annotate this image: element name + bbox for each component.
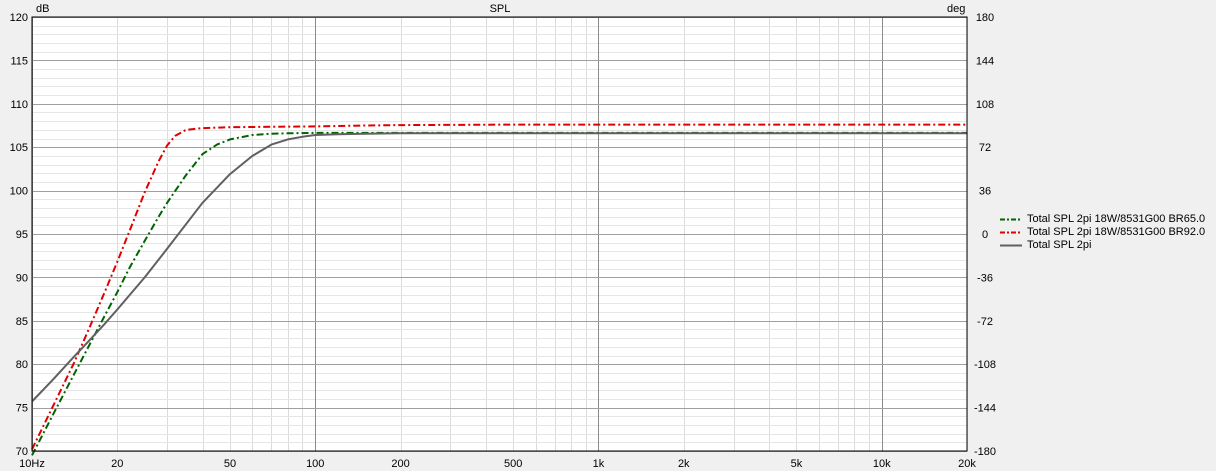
x-tick-label: 10k (873, 458, 891, 470)
legend-item: Total SPL 2pi (998, 239, 1205, 252)
y2-tick-label: 0 (982, 229, 988, 241)
y2-tick-label: 180 (976, 12, 994, 24)
legend-item: Total SPL 2pi 18W/8531G00 BR92.0 (998, 226, 1205, 239)
legend: Total SPL 2pi 18W/8531G00 BR65.0 Total SP… (998, 213, 1205, 252)
y-tick-label: 75 (16, 403, 28, 415)
y2-tick-label: -144 (974, 403, 996, 415)
y2-tick-label: -72 (977, 316, 993, 328)
legend-label: Total SPL 2pi 18W/8531G00 BR92.0 (1027, 226, 1206, 238)
legend-swatch (1000, 244, 1022, 247)
y-tick-label: 105 (10, 142, 28, 154)
x-tick-label: 50 (224, 458, 236, 470)
legend-item: Total SPL 2pi 18W/8531G00 BR65.0 (998, 213, 1205, 226)
y2-tick-label: 108 (976, 99, 994, 111)
y2-axis-label: deg (947, 3, 965, 15)
y-tick-label: 90 (16, 272, 28, 284)
x-tick-label: 2k (678, 458, 690, 470)
x-tick-label: 500 (504, 458, 522, 470)
x-tick-label: 100 (306, 458, 324, 470)
x-tick-label: 20 (111, 458, 123, 470)
x-tick-label: 200 (391, 458, 409, 470)
y-tick-label: 100 (10, 186, 28, 198)
y2-tick-label: 144 (976, 55, 994, 67)
legend-label: Total SPL 2pi (1027, 239, 1092, 251)
y-tick-label: 80 (16, 359, 28, 371)
legend-label: Total SPL 2pi 18W/8531G00 BR65.0 (1027, 213, 1206, 225)
y-tick-label: 110 (10, 99, 28, 111)
legend-swatch (1000, 231, 1022, 234)
y-tick-label: 85 (16, 316, 28, 328)
y2-tick-label: -180 (974, 446, 996, 458)
y-tick-label: 120 (10, 12, 28, 24)
chart-title: SPL (490, 3, 511, 15)
y-tick-label: 95 (16, 229, 28, 241)
x-tick-label: 1k (593, 458, 605, 470)
x-tick-label: 10Hz (19, 458, 45, 470)
y2-tick-label: 36 (979, 186, 991, 198)
y2-tick-label: -108 (974, 359, 996, 371)
x-tick-label: 5k (791, 458, 803, 470)
legend-swatch (1000, 218, 1022, 221)
y-tick-label: 115 (10, 55, 28, 67)
y-axis-label: dB (36, 3, 49, 15)
x-tick-label: 20k (958, 458, 976, 470)
y-tick-label: 70 (16, 446, 28, 458)
y2-tick-label: -36 (977, 272, 993, 284)
y2-tick-label: 72 (979, 142, 991, 154)
